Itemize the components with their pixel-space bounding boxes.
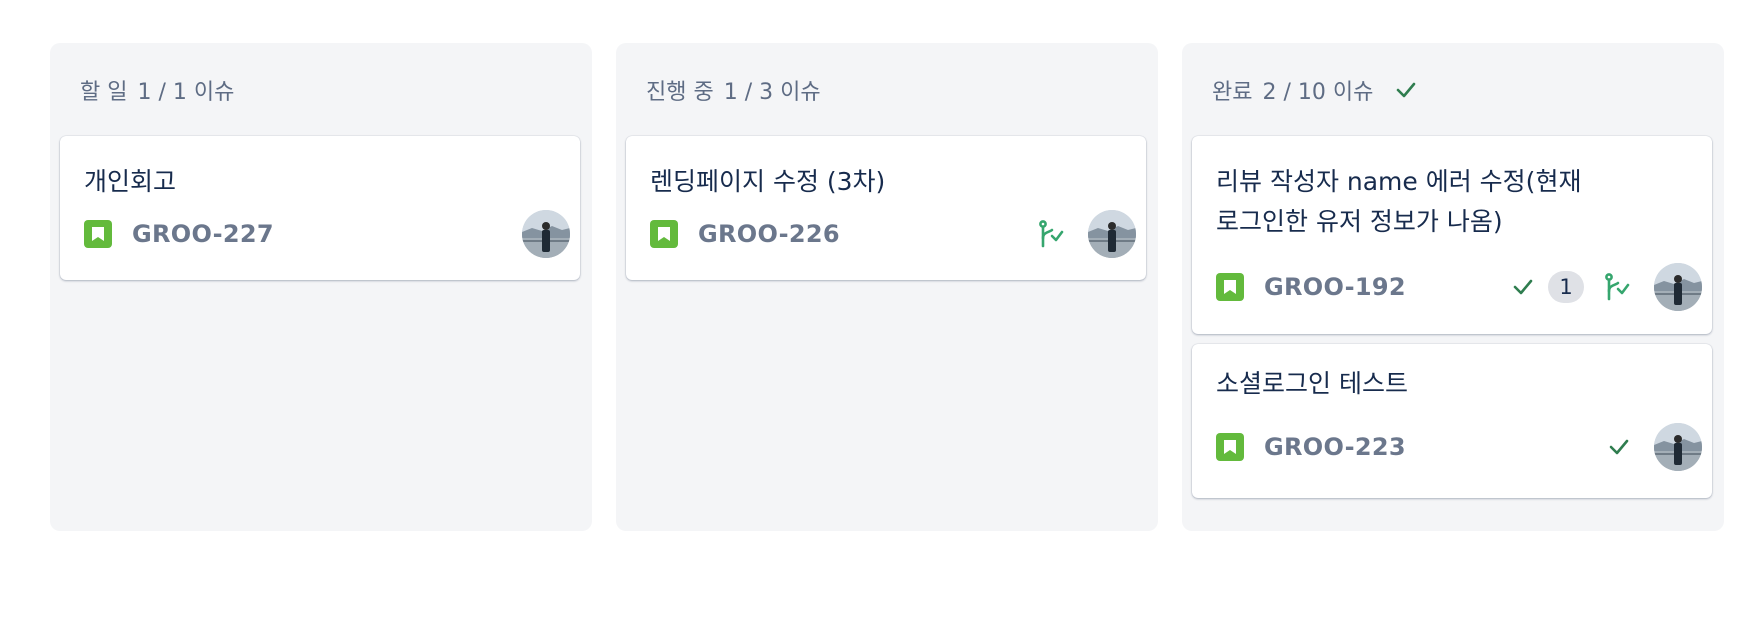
column-in-progress: 진행 중 1 / 3 이슈 렌딩페이지 수정 (3차) GROO-226 <box>616 43 1158 531</box>
card-title-line: 로그인한 유저 정보가 나옴) <box>1216 207 1503 236</box>
story-icon <box>1216 273 1244 301</box>
branch-check-icon[interactable] <box>1604 273 1630 301</box>
check-icon <box>1395 81 1417 99</box>
branch-check-icon[interactable] <box>1038 220 1064 248</box>
column-title: 진행 중 <box>646 80 714 105</box>
card-title: 리뷰 작성자 name 에러 수정(현재 로그인한 유저 정보가 나옴) <box>1216 162 1636 242</box>
column-issue-count: 1 / 1 이슈 <box>137 80 235 105</box>
story-icon <box>84 220 112 248</box>
column-title: 완료 <box>1212 80 1253 105</box>
card-title: 개인회고 <box>84 167 177 196</box>
issue-key[interactable]: GROO-192 <box>1264 273 1406 301</box>
avatar[interactable] <box>1654 263 1702 311</box>
avatar[interactable] <box>1654 423 1702 471</box>
column-todo: 할 일 1 / 1 이슈 개인회고 GROO-227 <box>50 43 592 531</box>
avatar[interactable] <box>522 210 570 258</box>
column-header: 진행 중 1 / 3 이슈 <box>646 75 821 105</box>
issue-key[interactable]: GROO-227 <box>132 220 274 248</box>
column-done: 완료 2 / 10 이슈 리뷰 작성자 name 에러 수정(현재 로그인한 유… <box>1182 43 1724 531</box>
column-header: 완료 2 / 10 이슈 <box>1212 75 1417 105</box>
issue-key[interactable]: GROO-226 <box>698 220 840 248</box>
issue-card[interactable]: 렌딩페이지 수정 (3차) GROO-226 <box>626 136 1146 280</box>
check-icon <box>1608 438 1630 456</box>
avatar[interactable] <box>1088 210 1136 258</box>
kanban-board: 할 일 1 / 1 이슈 개인회고 GROO-227 진행 중 1 / 3 이슈… <box>0 0 1740 644</box>
story-icon <box>650 220 678 248</box>
issue-key[interactable]: GROO-223 <box>1264 433 1406 461</box>
issue-card[interactable]: 리뷰 작성자 name 에러 수정(현재 로그인한 유저 정보가 나옴) GRO… <box>1192 136 1712 334</box>
check-icon <box>1512 278 1534 296</box>
column-issue-count: 1 / 3 이슈 <box>723 80 821 105</box>
column-issue-count: 2 / 10 이슈 <box>1262 80 1374 105</box>
card-title-line: 리뷰 작성자 name 에러 수정(현재 <box>1216 167 1582 196</box>
card-title: 렌딩페이지 수정 (3차) <box>650 167 886 196</box>
story-icon <box>1216 433 1244 461</box>
column-title: 할 일 <box>80 80 128 105</box>
column-header: 할 일 1 / 1 이슈 <box>80 75 234 105</box>
issue-card[interactable]: 소셜로그인 테스트 GROO-223 <box>1192 344 1712 498</box>
card-title: 소셜로그인 테스트 <box>1216 369 1408 398</box>
subtask-count-badge[interactable]: 1 <box>1548 271 1584 303</box>
issue-card[interactable]: 개인회고 GROO-227 <box>60 136 580 280</box>
